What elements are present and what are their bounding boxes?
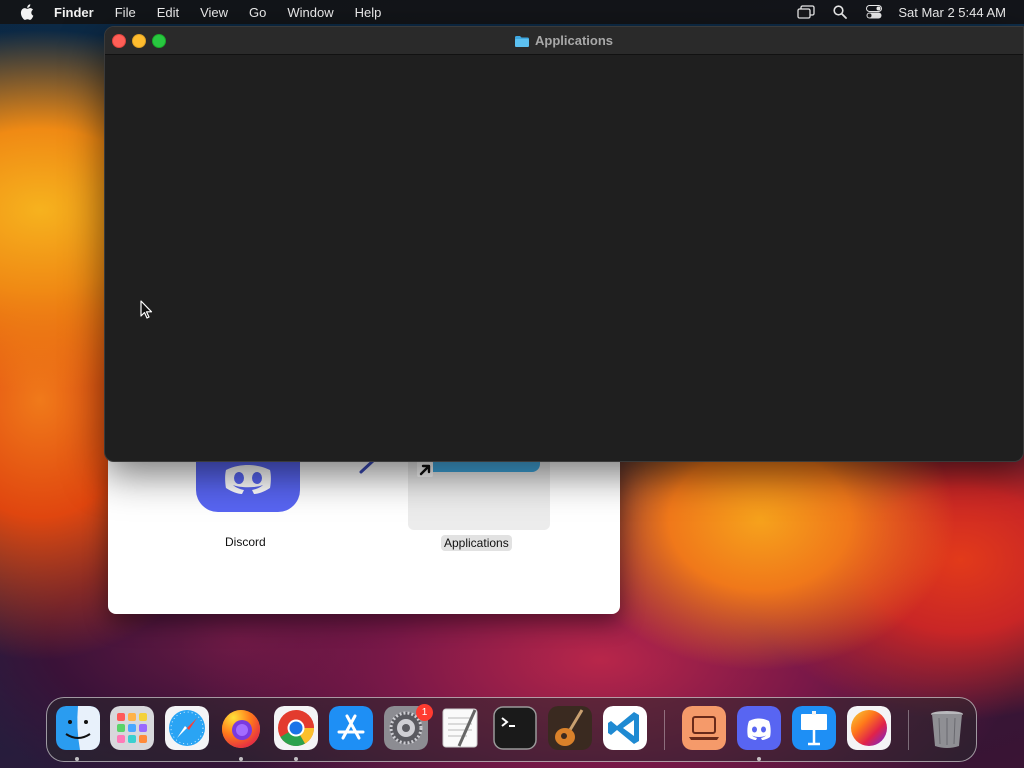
menu-clock[interactable]: Sat Mar 2 5:44 AM <box>898 5 1006 20</box>
launchpad-icon <box>110 706 154 750</box>
notification-badge: 1 <box>416 704 433 721</box>
discord-app-icon[interactable] <box>196 460 300 512</box>
search-icon[interactable] <box>830 4 850 20</box>
running-indicator-firefox <box>239 757 243 761</box>
dock-safari[interactable] <box>165 706 209 750</box>
dock-firefox[interactable] <box>219 706 263 750</box>
running-indicator-finder <box>75 757 79 761</box>
apple-menu-icon[interactable] <box>19 4 35 20</box>
drag-arrow-icon <box>358 460 382 476</box>
menu-help[interactable]: Help <box>355 5 382 20</box>
control-center-icon[interactable] <box>864 4 884 20</box>
window-title-text: Applications <box>534 33 613 48</box>
discord-app-label: Discord <box>225 535 266 549</box>
firefox-icon <box>222 710 260 748</box>
applications-window: Applications <box>104 26 1024 462</box>
menu-app-finder[interactable]: Finder <box>54 5 94 20</box>
applications-folder-label: Applications <box>441 535 512 551</box>
trash-icon <box>931 711 963 748</box>
terminal-icon <box>493 706 537 750</box>
applications-folder-alias-icon[interactable] <box>408 460 550 530</box>
dock-separator-trash <box>908 710 909 750</box>
app-store-icon <box>329 706 373 750</box>
dock-textedit[interactable] <box>439 706 483 750</box>
menu-view[interactable]: View <box>200 5 228 20</box>
mouse-cursor-icon <box>140 300 154 320</box>
dock-terminal[interactable] <box>493 706 537 750</box>
menu-go[interactable]: Go <box>249 5 266 20</box>
dock-chrome[interactable] <box>274 706 318 750</box>
window-titlebar[interactable]: Applications <box>105 27 1023 55</box>
dock-launchpad[interactable] <box>110 706 154 750</box>
screen-mirroring-icon[interactable] <box>796 4 816 20</box>
dock-screen-sharing[interactable] <box>682 706 726 750</box>
guitar-icon <box>548 706 592 750</box>
dmg-installer-window: Discord Applications <box>108 460 620 614</box>
dock-garageband[interactable] <box>548 706 592 750</box>
menu-edit[interactable]: Edit <box>157 5 179 20</box>
dock-separator <box>664 710 665 750</box>
menu-file[interactable]: File <box>115 5 136 20</box>
menu-bar: Finder File Edit View Go Window Help Sat… <box>0 0 1024 24</box>
alias-arrow-icon <box>417 461 433 477</box>
color-wheel-icon <box>847 706 891 750</box>
dock-app-store[interactable] <box>329 706 373 750</box>
dock-vscode[interactable] <box>603 706 647 750</box>
folder-icon <box>514 35 529 47</box>
dock-discord[interactable] <box>737 706 781 750</box>
chrome-icon <box>274 706 318 750</box>
window-title: Applications <box>105 27 1023 54</box>
textedit-icon <box>442 708 478 748</box>
menu-window[interactable]: Window <box>287 5 333 20</box>
vscode-icon <box>603 706 647 750</box>
dock-finder[interactable] <box>56 706 100 750</box>
safari-icon <box>165 706 209 750</box>
finder-icon <box>56 706 100 750</box>
discord-icon <box>737 706 781 750</box>
dock <box>46 697 977 762</box>
keynote-icon <box>792 706 836 750</box>
running-indicator-chrome <box>294 757 298 761</box>
running-indicator-discord <box>757 757 761 761</box>
window-content-area[interactable] <box>105 55 1023 461</box>
dock-keynote[interactable] <box>792 706 836 750</box>
dock-trash[interactable] <box>925 706 969 750</box>
dock-color-picker[interactable] <box>847 706 891 750</box>
laptop-icon <box>682 706 726 750</box>
